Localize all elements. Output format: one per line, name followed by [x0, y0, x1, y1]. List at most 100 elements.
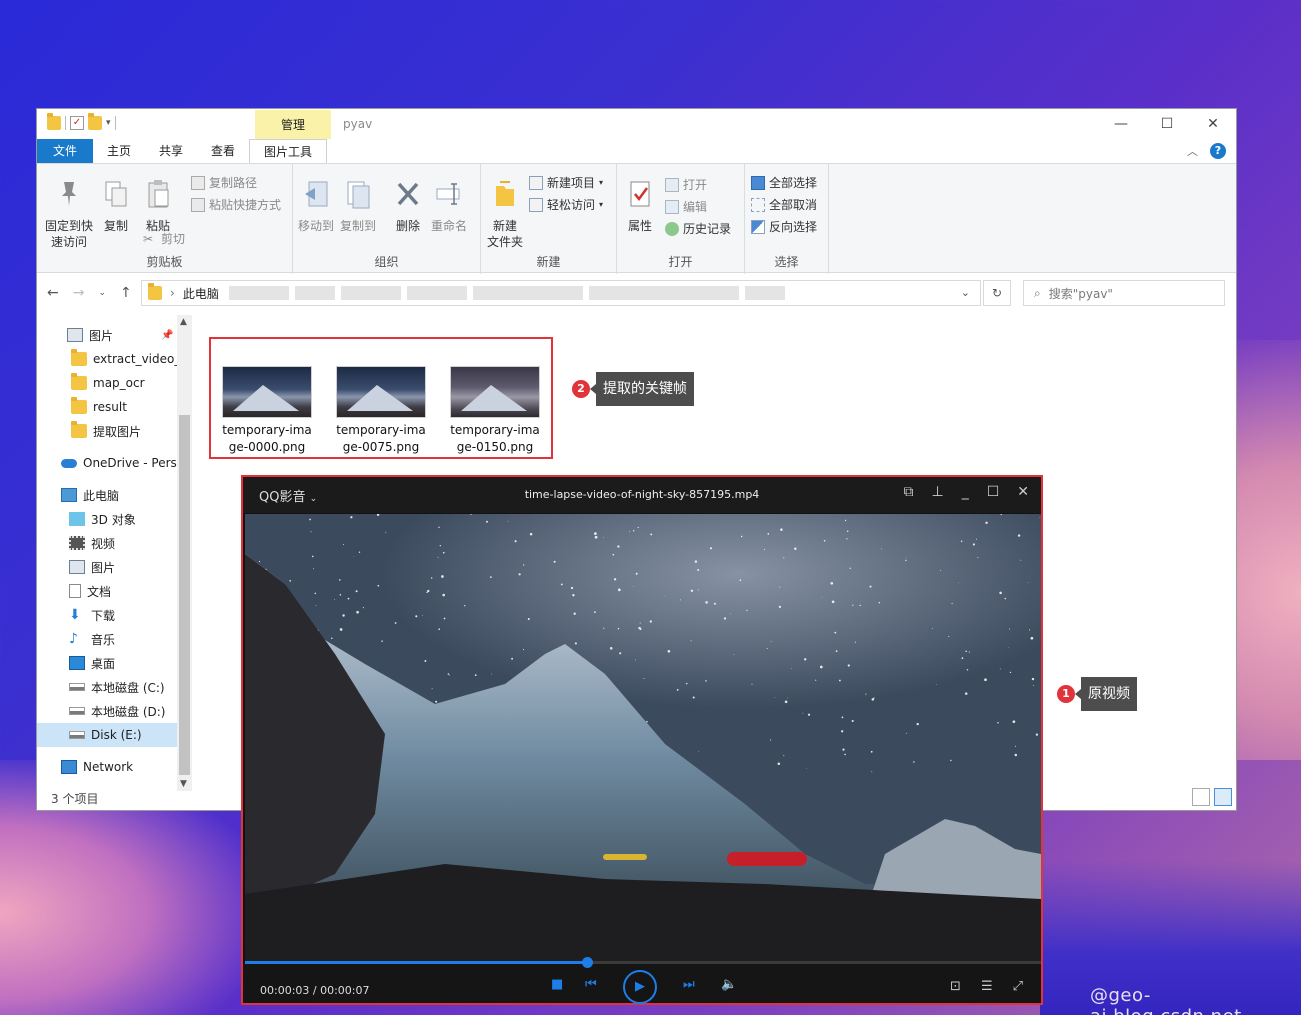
- new-folder-icon[interactable]: [88, 113, 102, 130]
- recent-locations-icon[interactable]: ⌄: [98, 285, 106, 301]
- file-item[interactable]: temporary-ima ge-0000.png: [214, 366, 320, 456]
- refresh-button[interactable]: ↻: [983, 280, 1011, 306]
- star: [680, 599, 681, 601]
- edit-button[interactable]: 编辑: [665, 198, 707, 215]
- play-button[interactable]: ▶: [623, 970, 657, 1004]
- nav-item-videos[interactable]: 视频: [37, 531, 177, 555]
- nav-item-desktop[interactable]: 桌面: [37, 651, 177, 675]
- star: [676, 689, 679, 691]
- nav-item-documents[interactable]: 文档: [37, 579, 177, 603]
- nav-item-pictures[interactable]: 图片: [37, 555, 177, 579]
- copy-button[interactable]: 复制: [99, 178, 133, 234]
- close-button[interactable]: ✕: [1190, 109, 1236, 139]
- history-icon: [665, 221, 679, 236]
- collapse-ribbon-icon[interactable]: ︿: [1187, 143, 1198, 159]
- file-item[interactable]: temporary-ima ge-0150.png: [442, 366, 548, 456]
- help-icon[interactable]: ?: [1210, 143, 1226, 159]
- next-icon[interactable]: ⏭: [683, 977, 695, 992]
- history-button[interactable]: 历史记录: [665, 220, 731, 237]
- chevron-down-icon[interactable]: ⌄: [961, 286, 970, 299]
- ribbon-group-new: 新建 文件夹 新建项目 ▾ 轻松访问 ▾ 新建: [481, 164, 617, 274]
- easy-access-button[interactable]: 轻松访问 ▾: [529, 196, 603, 213]
- forward-icon[interactable]: →: [73, 285, 85, 301]
- new-item-button[interactable]: 新建项目 ▾: [529, 174, 603, 191]
- select-all-button[interactable]: 全部选择: [751, 174, 817, 191]
- tab-home[interactable]: 主页: [93, 139, 145, 163]
- move-to-button[interactable]: 移动到: [297, 178, 335, 234]
- scrollbar-thumb[interactable]: [179, 415, 190, 775]
- breadcrumb-root[interactable]: 此电脑: [183, 285, 219, 302]
- nav-item-onedrive[interactable]: OneDrive - Perso: [37, 451, 177, 475]
- large-icons-view-icon[interactable]: [1214, 788, 1232, 806]
- paste-shortcut-button[interactable]: 粘贴快捷方式: [191, 196, 281, 213]
- minimize-button[interactable]: _: [962, 484, 969, 500]
- chevron-down-icon[interactable]: ▾: [106, 118, 111, 128]
- nav-item-folder[interactable]: 提取图片: [37, 419, 177, 443]
- minimize-button[interactable]: —: [1098, 109, 1144, 139]
- seek-bar-knob[interactable]: [582, 957, 594, 968]
- invert-selection-button[interactable]: 反向选择: [751, 218, 817, 235]
- delete-button[interactable]: 删除: [393, 178, 423, 234]
- new-item-icon: [529, 175, 543, 190]
- nav-item-downloads[interactable]: ⬇ 下载: [37, 603, 177, 627]
- pin-quick-access-button[interactable]: 固定到快 速访问: [43, 178, 95, 250]
- open-button[interactable]: 打开: [665, 176, 707, 193]
- copy-path-button[interactable]: 复制路径: [191, 174, 257, 191]
- tab-view[interactable]: 查看: [197, 139, 249, 163]
- select-all-icon: [751, 175, 765, 190]
- nav-item-drive-d[interactable]: 本地磁盘 (D:): [37, 699, 177, 723]
- nav-item-folder[interactable]: result: [37, 395, 177, 419]
- scroll-up-icon[interactable]: ▲: [180, 317, 187, 327]
- back-icon[interactable]: ←: [47, 285, 59, 301]
- nav-item-this-pc[interactable]: 此电脑: [37, 483, 177, 507]
- star: [835, 650, 838, 652]
- file-item[interactable]: temporary-ima ge-0075.png: [328, 366, 434, 456]
- close-button[interactable]: ✕: [1017, 484, 1029, 500]
- star: [985, 521, 988, 525]
- nav-item-pictures-pinned[interactable]: 图片 📌: [37, 323, 177, 347]
- tab-file[interactable]: 文件: [37, 139, 93, 163]
- star: [823, 540, 826, 542]
- new-folder-button[interactable]: 新建 文件夹: [485, 178, 525, 250]
- nav-item-drive-c[interactable]: 本地磁盘 (C:): [37, 675, 177, 699]
- previous-icon[interactable]: ⏮: [585, 977, 597, 992]
- navigation-scrollbar[interactable]: ▲ ▼: [177, 315, 192, 791]
- nav-item-3d-objects[interactable]: 3D 对象: [37, 507, 177, 531]
- nav-item-network[interactable]: Network: [37, 755, 177, 779]
- maximize-button[interactable]: ☐: [1144, 109, 1190, 139]
- nav-item-label: 图片: [91, 560, 116, 575]
- paste-button[interactable]: 粘贴: [139, 178, 177, 234]
- screenshot-icon[interactable]: ⊡: [950, 979, 961, 994]
- volume-icon[interactable]: 🔈: [721, 977, 737, 992]
- tab-share[interactable]: 共享: [145, 139, 197, 163]
- properties-button[interactable]: 属性: [623, 178, 657, 234]
- cut-button[interactable]: ✂ 剪切: [143, 230, 185, 247]
- folder-icon[interactable]: [47, 113, 61, 130]
- nav-item-drive-e[interactable]: Disk (E:): [37, 723, 177, 747]
- tab-manage[interactable]: 管理: [255, 110, 331, 139]
- pin-icon[interactable]: ⊥: [932, 484, 944, 500]
- properties-icon[interactable]: ✓: [70, 116, 84, 130]
- up-icon[interactable]: ↑: [120, 285, 132, 301]
- video-frame[interactable]: [245, 514, 1041, 964]
- address-bar[interactable]: › 此电脑 ⌄: [141, 280, 981, 306]
- star: [560, 583, 563, 586]
- star: [1030, 636, 1034, 640]
- settings-icon[interactable]: ☰: [981, 979, 993, 994]
- tab-picture-tools[interactable]: 图片工具: [249, 139, 328, 163]
- copy-to-button[interactable]: 复制到: [339, 178, 377, 234]
- nav-item-folder[interactable]: map_ocr: [37, 371, 177, 395]
- fullscreen-icon[interactable]: ⤢: [1013, 979, 1023, 994]
- easy-access-label: 轻松访问: [547, 198, 596, 212]
- rename-button[interactable]: 重命名: [429, 178, 469, 234]
- picture-in-picture-icon[interactable]: ⧉: [904, 484, 914, 500]
- music-icon: ♪: [69, 631, 78, 647]
- stop-icon[interactable]: ■: [551, 977, 563, 992]
- select-none-button[interactable]: 全部取消: [751, 196, 817, 213]
- nav-item-music[interactable]: ♪ 音乐: [37, 627, 177, 651]
- nav-item-folder[interactable]: extract_video_k: [37, 347, 177, 371]
- search-input[interactable]: ⌕ 搜索"pyav": [1023, 280, 1225, 306]
- seek-bar[interactable]: [245, 957, 1041, 968]
- maximize-button[interactable]: ☐: [987, 484, 1000, 500]
- details-view-icon[interactable]: [1192, 788, 1210, 806]
